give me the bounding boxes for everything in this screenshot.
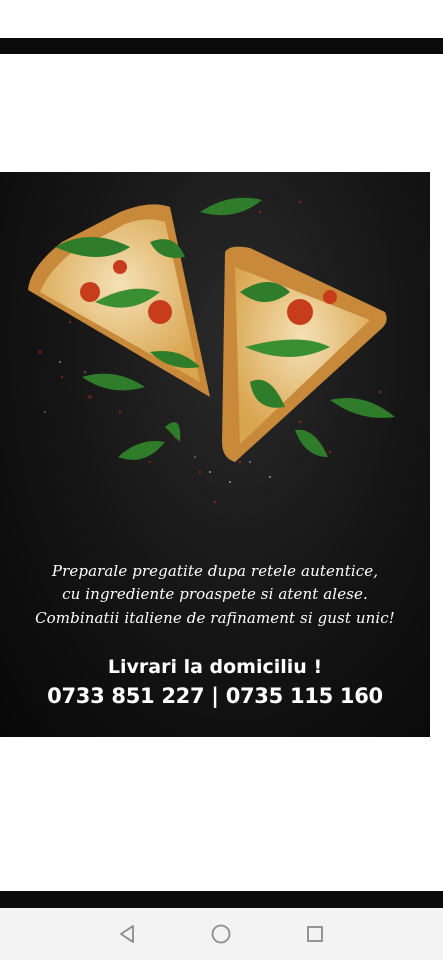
pizza-illustration bbox=[28, 197, 395, 504]
phone-numbers: 0733 851 227 | 0735 115 160 bbox=[47, 684, 383, 708]
home-button[interactable] bbox=[209, 922, 233, 946]
pizza-slice-right bbox=[222, 246, 387, 462]
recent-apps-button[interactable] bbox=[303, 922, 327, 946]
tagline-line-2: cu ingrediente proaspete si atent alese. bbox=[62, 585, 368, 603]
home-icon bbox=[211, 924, 231, 944]
pizza-slice-left bbox=[28, 204, 210, 397]
tagline-line-3: Combinatii italiene de rafinament si gus… bbox=[35, 609, 395, 627]
tagline-line-1: Preparale pregatite dupa retele autentic… bbox=[51, 562, 379, 580]
recent-apps-icon bbox=[307, 926, 323, 942]
pizza-poster-image: Preparale pregatite dupa retele autentic… bbox=[0, 172, 430, 737]
top-bar bbox=[0, 38, 443, 54]
delivery-label: Livrari la domiciliu ! bbox=[107, 656, 323, 678]
back-icon bbox=[120, 925, 134, 943]
bottom-bar bbox=[0, 891, 443, 908]
back-button[interactable] bbox=[115, 922, 139, 946]
